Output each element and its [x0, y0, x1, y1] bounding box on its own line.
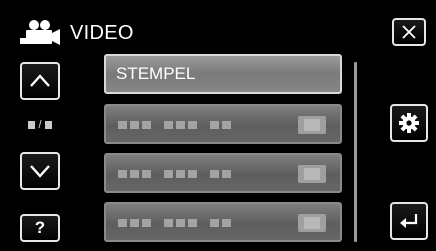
page-separator: /	[38, 118, 42, 131]
list-item[interactable]	[104, 153, 342, 193]
chevron-down-icon	[30, 165, 50, 178]
close-icon	[402, 25, 416, 39]
scrollbar[interactable]	[354, 62, 357, 242]
page-title: VIDEO	[70, 22, 134, 44]
value-icon	[298, 116, 326, 134]
list-item[interactable]	[104, 104, 342, 144]
back-button[interactable]	[390, 202, 428, 240]
page-indicator: /	[20, 112, 60, 138]
total-pages-mark	[44, 121, 52, 129]
chevron-up-icon	[30, 74, 50, 87]
help-button[interactable]: ?	[20, 214, 60, 242]
list-item-label: STEMPEL	[116, 64, 196, 83]
scroll-up-button[interactable]	[20, 62, 60, 100]
video-camera-icon	[18, 18, 62, 48]
settings-button[interactable]	[390, 104, 428, 142]
placeholder-text	[118, 121, 231, 129]
current-page-mark	[28, 121, 36, 129]
scroll-down-button[interactable]	[20, 152, 60, 190]
list-item-stempel[interactable]: STEMPEL	[104, 54, 342, 94]
value-icon	[298, 214, 326, 232]
close-button[interactable]	[392, 18, 426, 46]
placeholder-text	[118, 219, 231, 227]
return-arrow-icon	[400, 214, 418, 228]
help-label: ?	[34, 218, 46, 237]
value-icon	[298, 165, 326, 183]
placeholder-text	[118, 170, 231, 178]
list-item[interactable]	[104, 202, 342, 242]
gear-icon	[399, 113, 419, 133]
